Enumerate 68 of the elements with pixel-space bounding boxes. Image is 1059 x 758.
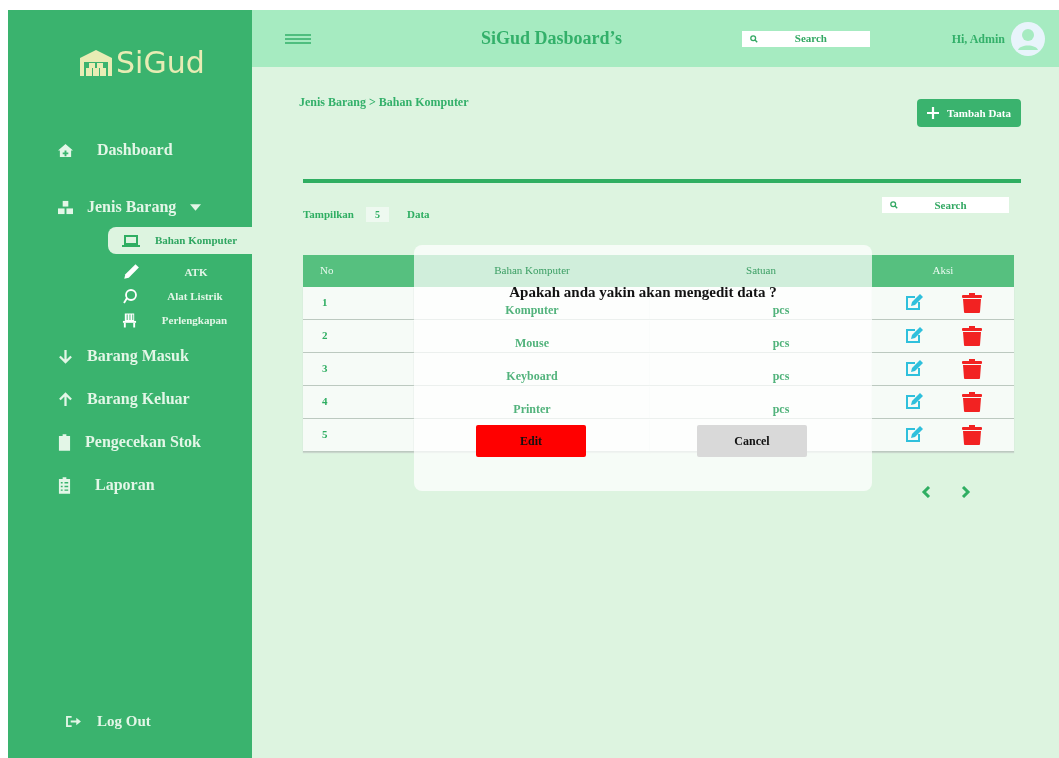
dialog-message: Apakah anda yakin akan mengedit data ? (508, 285, 778, 301)
table-cell: pcs (772, 369, 790, 384)
show-label: Tampilkan (303, 207, 354, 222)
laptop-icon (122, 233, 140, 248)
table-cell: Keyboard (506, 369, 558, 384)
clipboard-list-icon (58, 476, 71, 494)
table-cell: 4 (303, 385, 414, 419)
menu-icon (285, 33, 311, 44)
trash-icon[interactable] (962, 325, 982, 346)
table-cell: 2 (303, 319, 414, 353)
table-cell: Mouse (515, 336, 549, 351)
logout-icon (66, 714, 81, 728)
edit-button[interactable]: Edit (476, 425, 586, 457)
table-cell: pcs (772, 336, 790, 351)
page-title: SiGud Dasboard’s (481, 27, 622, 50)
breadcrumb-text: Jenis Barang > Bahan Komputer (299, 94, 469, 111)
trash-icon[interactable] (962, 358, 982, 379)
sidebar-item[interactable]: Laporan (58, 473, 252, 497)
search-field[interactable]: Search (741, 30, 870, 47)
greeting-text: Hi, Admin (951, 30, 1005, 48)
edit-icon[interactable] (904, 358, 924, 377)
clipboard-icon (58, 433, 71, 451)
down-arrow-icon (58, 348, 73, 364)
submenu-item[interactable]: Perlengkapan (108, 308, 252, 332)
sidebar-item[interactable]: Barang Keluar (58, 387, 252, 411)
up-arrow-icon (58, 391, 73, 407)
edit-icon[interactable] (904, 424, 924, 443)
next-page-icon[interactable] (961, 485, 971, 498)
page-size-field[interactable]: 5 (365, 206, 389, 222)
sidebar-item[interactable]: Pengecekan Stok (58, 430, 252, 454)
table-cell: pcs (772, 303, 790, 318)
search-icon (749, 34, 758, 43)
column-header: Aksi (872, 254, 1014, 287)
plus-icon (926, 107, 939, 119)
submenu-item[interactable]: Alat Listrik (108, 284, 252, 308)
logo-text: SiGud (116, 48, 205, 78)
add-data-button[interactable]: Tambah Data (916, 99, 1021, 127)
table-cell: 3 (303, 352, 414, 386)
ring-icon (122, 288, 138, 304)
search-icon (890, 201, 898, 210)
trash-icon[interactable] (962, 292, 982, 313)
table-search-field[interactable]: Search (882, 197, 1009, 214)
boxes-icon (58, 199, 73, 215)
warehouse-logo-icon (78, 48, 114, 78)
previous-page-icon[interactable] (921, 485, 931, 498)
table-cell: 1 (303, 286, 414, 320)
table-cell: Printer (513, 402, 551, 417)
data-label: Data (406, 207, 430, 222)
sidebar-item[interactable]: Jenis Barang (58, 195, 252, 219)
table-cell: 5 (303, 418, 414, 452)
chair-icon (122, 312, 137, 328)
cancel-button[interactable]: Cancel (697, 425, 807, 457)
logout-link[interactable]: Log Out (66, 710, 151, 733)
table-cell: pcs (772, 402, 790, 417)
trash-icon[interactable] (962, 391, 982, 412)
table-cell: Komputer (505, 303, 559, 318)
pencil-icon (122, 263, 140, 281)
submenu-item[interactable]: ATK (108, 260, 252, 284)
column-header: No (303, 254, 414, 287)
avatar-icon[interactable] (1011, 21, 1045, 56)
edit-icon[interactable] (904, 292, 924, 311)
edit-icon[interactable] (904, 325, 924, 344)
sidebar-item[interactable]: Barang Masuk (58, 344, 252, 368)
home-icon (58, 142, 73, 158)
trash-icon[interactable] (962, 424, 982, 445)
sidebar-item[interactable]: Dashboard (58, 138, 252, 162)
edit-icon[interactable] (904, 391, 924, 410)
submenu-item[interactable]: Bahan Komputer (108, 227, 252, 254)
